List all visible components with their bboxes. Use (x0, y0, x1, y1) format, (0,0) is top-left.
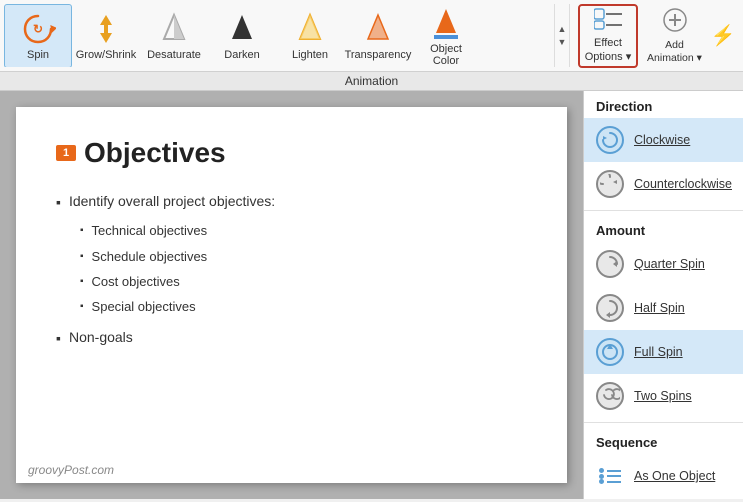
quarter-spin-label: Quarter Spin (634, 257, 705, 271)
svg-text:↻: ↻ (33, 22, 43, 36)
right-panel: Direction Clockwise (583, 91, 743, 499)
sub-bullet-2-text: Schedule objectives (92, 245, 208, 268)
main-area: 1 Objectives Identify overall project ob… (0, 91, 743, 499)
full-spin-icon (594, 336, 626, 368)
clockwise-icon (594, 124, 626, 156)
slide-subbullet-3: Cost objectives (80, 270, 527, 293)
lightning-button[interactable]: ⚡ (711, 23, 735, 48)
animation-lighten[interactable]: Lighten (276, 4, 344, 67)
amount-section-title: Amount (584, 215, 743, 242)
effect-options-icon (594, 7, 622, 37)
quarter-spin-item[interactable]: Quarter Spin (584, 242, 743, 286)
transparency-label: Transparency (345, 49, 412, 61)
animation-object-color[interactable]: Object Color (412, 4, 480, 67)
add-animation-label: Add Animation ▾ (646, 39, 703, 64)
sub-bullet-3-text: Cost objectives (92, 270, 180, 293)
half-spin-item[interactable]: Half Spin (584, 286, 743, 330)
animation-darken[interactable]: Darken (208, 4, 276, 67)
counterclockwise-icon (594, 168, 626, 200)
two-spins-icon (594, 380, 626, 412)
as-one-object-icon (594, 460, 626, 492)
quarter-spin-icon (594, 248, 626, 280)
animation-label-bar: Animation (0, 72, 743, 91)
transparency-icon (360, 11, 396, 47)
counterclockwise-item[interactable]: Counterclockwise (584, 162, 743, 206)
slide-number-badge: 1 (56, 145, 76, 161)
toolbar-right-buttons: Effect Options ▾ Add Animation ▾ ⚡ (570, 4, 743, 67)
sub-bullet-1-text: Technical objectives (92, 219, 208, 242)
bullet2-text: Non-goals (69, 325, 133, 350)
clockwise-item[interactable]: Clockwise (584, 118, 743, 162)
slide-bullet-1: Identify overall project objectives: (56, 189, 527, 215)
sub-bullet-4-text: Special objectives (92, 295, 196, 318)
sequence-section-title: Sequence (584, 427, 743, 454)
full-spin-item[interactable]: Full Spin (584, 330, 743, 374)
amount-sequence-divider (584, 422, 743, 423)
object-color-icon (428, 5, 464, 41)
scroll-down-btn[interactable]: ▼ (556, 36, 569, 49)
animation-desaturate[interactable]: Desaturate (140, 4, 208, 67)
slide-subbullet-2: Schedule objectives (80, 245, 527, 268)
effect-options-label: Effect Options ▾ (584, 37, 632, 63)
effect-options-button[interactable]: Effect Options ▾ (578, 4, 638, 68)
half-spin-icon (594, 292, 626, 324)
darken-label: Darken (224, 49, 259, 61)
clockwise-label: Clockwise (634, 133, 690, 147)
slide-area: 1 Objectives Identify overall project ob… (0, 91, 583, 499)
slide-title-text: Objectives (84, 137, 226, 169)
slide-subbullet-1: Technical objectives (80, 219, 527, 242)
toolbar: ↻ Spin Grow/Shrink (0, 0, 743, 72)
animation-grow-shrink[interactable]: Grow/Shrink (72, 4, 140, 67)
direction-amount-divider (584, 210, 743, 211)
desaturate-label: Desaturate (147, 49, 201, 61)
toolbar-scroll: ▲ ▼ (554, 4, 570, 67)
spin-label: Spin (27, 49, 49, 61)
add-animation-button[interactable]: Add Animation ▾ (642, 4, 707, 68)
animation-items: ↻ Spin Grow/Shrink (0, 4, 554, 67)
lighten-label: Lighten (292, 49, 328, 61)
scroll-up-btn[interactable]: ▲ (556, 23, 569, 36)
half-spin-label: Half Spin (634, 301, 685, 315)
desaturate-icon (156, 11, 192, 47)
watermark: groovyPost.com (28, 463, 114, 477)
slide-bullet-2: Non-goals (56, 325, 527, 351)
object-color-label: Object Color (416, 43, 476, 67)
counterclockwise-label: Counterclockwise (634, 177, 732, 191)
animation-label: Animation (345, 74, 398, 88)
add-animation-icon (660, 7, 690, 39)
bullet1-text: Identify overall project objectives: (69, 189, 275, 214)
slide-subbullet-4: Special objectives (80, 295, 527, 318)
lighten-icon (292, 11, 328, 47)
lightning-icon: ⚡ (711, 23, 736, 48)
direction-section-title: Direction (584, 91, 743, 118)
slide: 1 Objectives Identify overall project ob… (16, 107, 567, 483)
darken-icon (224, 11, 260, 47)
spin-icon: ↻ (20, 11, 56, 47)
two-spins-item[interactable]: Two Spins (584, 374, 743, 418)
grow-shrink-icon (88, 11, 124, 47)
full-spin-label: Full Spin (634, 345, 683, 359)
as-one-object-label: As One Object (634, 469, 715, 483)
slide-content: Identify overall project objectives: Tec… (56, 189, 527, 351)
slide-title: 1 Objectives (56, 137, 527, 169)
animation-spin[interactable]: ↻ Spin (4, 4, 72, 67)
as-one-object-item[interactable]: As One Object (584, 454, 743, 498)
grow-shrink-label: Grow/Shrink (76, 49, 137, 61)
animation-transparency[interactable]: Transparency (344, 4, 412, 67)
two-spins-label: Two Spins (634, 389, 692, 403)
